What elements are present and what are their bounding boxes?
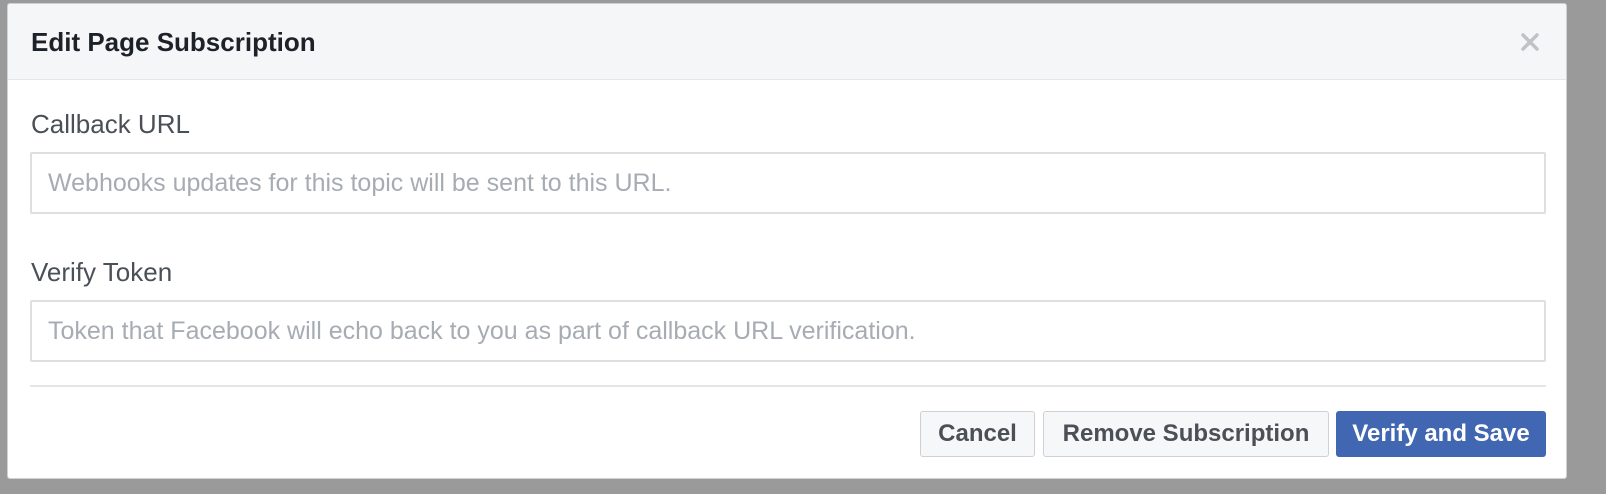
- callback-url-input[interactable]: [30, 152, 1546, 214]
- close-icon: [1521, 33, 1539, 51]
- verify-token-label: Verify Token: [31, 257, 173, 287]
- dialog-header: Edit Page Subscription: [8, 4, 1566, 80]
- remove-subscription-button[interactable]: Remove Subscription: [1043, 411, 1329, 457]
- edit-subscription-dialog: Edit Page Subscription Callback URL Veri…: [7, 3, 1567, 479]
- verify-token-input[interactable]: [30, 300, 1546, 362]
- cancel-button[interactable]: Cancel: [920, 411, 1035, 457]
- callback-url-label: Callback URL: [31, 109, 190, 139]
- dialog-title: Edit Page Subscription: [31, 27, 316, 57]
- verify-and-save-button[interactable]: Verify and Save: [1336, 411, 1546, 457]
- footer-divider: [30, 385, 1546, 387]
- close-button[interactable]: [1514, 26, 1546, 58]
